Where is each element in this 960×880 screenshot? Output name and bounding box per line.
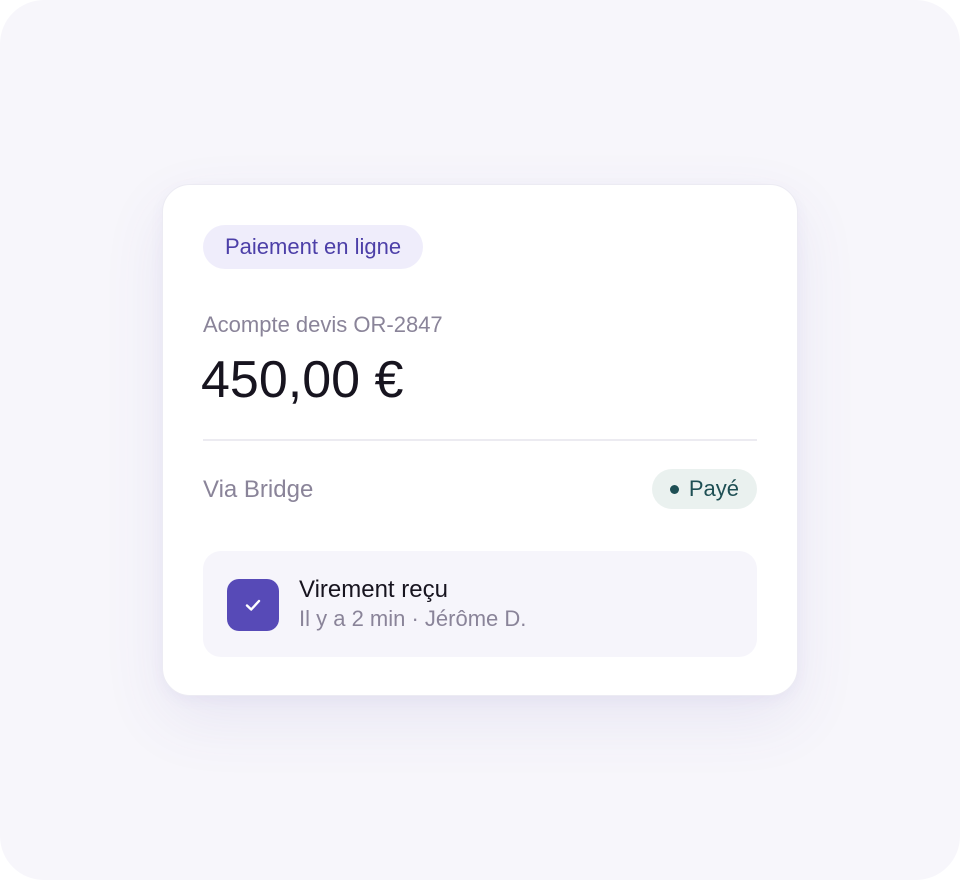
status-label: Payé xyxy=(688,476,739,501)
event-title: Virement reçu xyxy=(299,576,448,603)
page-background: Paiement en ligne Acompte devis OR-2847 … xyxy=(0,0,960,880)
status-dot-icon xyxy=(669,484,679,494)
status-badge: Payé xyxy=(651,469,757,509)
payment-type-tag: Paiement en ligne xyxy=(203,225,424,269)
check-icon xyxy=(227,579,279,631)
payment-provider: Via Bridge xyxy=(203,476,314,503)
event-notification: Virement reçu Il y a 2 min · Jérôme D. xyxy=(203,551,757,657)
payment-card: Paiement en ligne Acompte devis OR-2847 … xyxy=(162,184,798,696)
quote-reference: Acompte devis OR-2847 xyxy=(203,312,443,337)
payment-amount: 450,00 € xyxy=(201,351,404,409)
divider xyxy=(203,439,757,441)
event-meta: Il y a 2 min · Jérôme D. xyxy=(299,606,527,631)
